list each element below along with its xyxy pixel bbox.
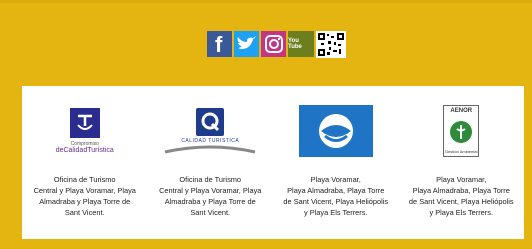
facebook-icon[interactable]: f — [207, 31, 232, 57]
instagram-icon[interactable] — [261, 31, 286, 57]
text-line: Central y Playa Voramar, Playa — [33, 186, 136, 195]
blue-flag-logo — [298, 100, 373, 162]
cert-description: Oficina de Turismo Central y Playa Voram… — [159, 174, 261, 218]
cert-description: Playa Voramar, Playa Almadraba, Playa To… — [283, 174, 388, 218]
compromiso-logo: Compromiso deCalidadTurística — [56, 100, 114, 162]
text-line: Sant Vicent. — [64, 208, 105, 217]
text-line: Central y Playa Voramar, Playa — [159, 186, 262, 195]
compromiso-icon — [69, 108, 100, 138]
cert-description: Playa Voramar, Playa Almadraba, Playa To… — [409, 174, 514, 218]
qr-code-icon[interactable] — [316, 31, 346, 58]
cert-bandera-azul: Playa Voramar, Playa Almadraba, Playa To… — [276, 100, 396, 218]
certifications-panel: Compromiso deCalidadTurística Oficina de… — [22, 86, 524, 239]
text-line: de Sant Vicent, Playa Heliópolis — [283, 197, 389, 206]
text-line: Almadraba y Playa Torre de — [39, 197, 131, 206]
cert-compromiso-calidad: Compromiso deCalidadTurística Oficina de… — [25, 100, 145, 218]
text-line: y Playa Els Terrers. — [429, 208, 493, 217]
aenor-logo: AENOR Gestión Ambiental — [443, 100, 480, 162]
text-line: Playa Voramar, — [310, 175, 361, 184]
text-line: Sant Vicent. — [190, 208, 231, 217]
q-quality-icon — [196, 108, 225, 136]
svg-text:f: f — [215, 33, 223, 55]
text-line: Almadraba y Playa Torre de — [164, 197, 256, 206]
youtube-icon[interactable]: You Tube — [288, 31, 314, 57]
text-line: y Playa Els Terrers. — [303, 208, 368, 217]
text-line: Playa Voramar, — [436, 175, 487, 184]
blue-flag-icon — [298, 105, 373, 157]
aenor-sub-label: Gestión Ambiental — [445, 149, 478, 154]
aenor-leaf-icon — [450, 120, 473, 143]
youtube-label: You Tube — [288, 38, 302, 50]
cert-calidad-turistica: CALIDAD TURISTICA Oficina de Turismo Cen… — [150, 100, 270, 218]
cert-aenor: AENOR Gestión Ambiental Playa Voramar, P… — [401, 100, 521, 218]
swoosh-icon — [164, 145, 256, 154]
aenor-label: AENOR — [450, 108, 473, 114]
compromiso-label-main: deCalidadTurística — [55, 147, 114, 154]
text-line: Playa Almadraba, Playa Torre — [412, 186, 510, 195]
text-line: de Sant Vicent, Playa Heliópolis — [408, 197, 514, 206]
social-bar: f You Tube — [207, 31, 346, 61]
twitter-icon[interactable] — [234, 31, 259, 57]
cert-description: Oficina de Turismo Central y Playa Voram… — [34, 174, 136, 218]
top-edge — [0, 0, 532, 3]
text-line: Oficina de Turismo — [53, 175, 116, 184]
aenor-badge: AENOR Gestión Ambiental — [443, 105, 480, 157]
calidad-turistica-logo: CALIDAD TURISTICA — [163, 100, 257, 162]
text-line: Playa Almadraba, Playa Torre — [287, 186, 385, 195]
text-line: Oficina de Turismo — [179, 175, 242, 184]
